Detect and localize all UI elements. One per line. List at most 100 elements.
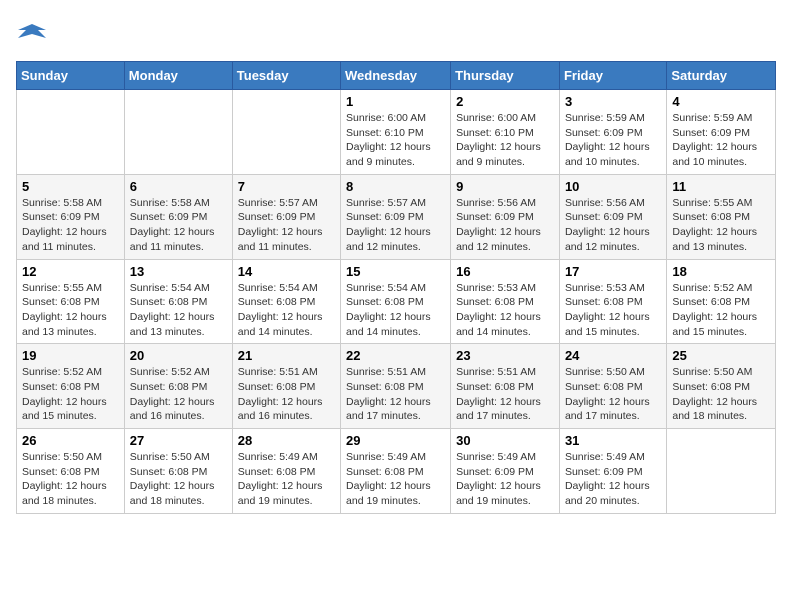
day-info: Sunrise: 5:54 AM Sunset: 6:08 PM Dayligh…: [130, 281, 227, 340]
calendar-cell: 8 Sunrise: 5:57 AM Sunset: 6:09 PM Daylig…: [341, 174, 451, 259]
day-info: Sunrise: 5:58 AM Sunset: 6:09 PM Dayligh…: [22, 196, 119, 255]
day-info: Sunrise: 5:54 AM Sunset: 6:08 PM Dayligh…: [346, 281, 445, 340]
day-info: Sunrise: 5:50 AM Sunset: 6:08 PM Dayligh…: [130, 450, 227, 509]
day-info: Sunrise: 5:59 AM Sunset: 6:09 PM Dayligh…: [672, 111, 770, 170]
calendar-cell: 4 Sunrise: 5:59 AM Sunset: 6:09 PM Daylig…: [667, 90, 776, 175]
day-number: 15: [346, 264, 445, 279]
day-number: 14: [238, 264, 335, 279]
day-number: 7: [238, 179, 335, 194]
day-info: Sunrise: 5:52 AM Sunset: 6:08 PM Dayligh…: [130, 365, 227, 424]
calendar-cell: [232, 90, 340, 175]
calendar-week-row: 26 Sunrise: 5:50 AM Sunset: 6:08 PM Dayli…: [17, 429, 776, 514]
calendar-cell: 28 Sunrise: 5:49 AM Sunset: 6:08 PM Dayli…: [232, 429, 340, 514]
calendar-week-row: 19 Sunrise: 5:52 AM Sunset: 6:08 PM Dayli…: [17, 344, 776, 429]
day-number: 1: [346, 94, 445, 109]
calendar-cell: 7 Sunrise: 5:57 AM Sunset: 6:09 PM Daylig…: [232, 174, 340, 259]
calendar-cell: 3 Sunrise: 5:59 AM Sunset: 6:09 PM Daylig…: [559, 90, 666, 175]
calendar-cell: 6 Sunrise: 5:58 AM Sunset: 6:09 PM Daylig…: [124, 174, 232, 259]
day-info: Sunrise: 5:52 AM Sunset: 6:08 PM Dayligh…: [672, 281, 770, 340]
calendar-cell: 20Sunrise: 5:52 AM Sunset: 6:08 PM Dayli…: [124, 344, 232, 429]
calendar-cell: 12Sunrise: 5:55 AM Sunset: 6:08 PM Dayli…: [17, 259, 125, 344]
day-number: 13: [130, 264, 227, 279]
day-number: 30: [456, 433, 554, 448]
day-info: Sunrise: 5:52 AM Sunset: 6:08 PM Dayligh…: [22, 365, 119, 424]
day-number: 25: [672, 348, 770, 363]
day-number: 28: [238, 433, 335, 448]
day-info: Sunrise: 5:59 AM Sunset: 6:09 PM Dayligh…: [565, 111, 661, 170]
day-info: Sunrise: 5:55 AM Sunset: 6:08 PM Dayligh…: [22, 281, 119, 340]
weekday-header-row: SundayMondayTuesdayWednesdayThursdayFrid…: [17, 62, 776, 90]
day-info: Sunrise: 5:54 AM Sunset: 6:08 PM Dayligh…: [238, 281, 335, 340]
day-info: Sunrise: 5:50 AM Sunset: 6:08 PM Dayligh…: [672, 365, 770, 424]
calendar-cell: 2Sunrise: 6:00 AM Sunset: 6:10 PM Daylig…: [451, 90, 560, 175]
calendar-cell: 14 Sunrise: 5:54 AM Sunset: 6:08 PM Dayli…: [232, 259, 340, 344]
day-number: 17: [565, 264, 661, 279]
calendar-cell: 1Sunrise: 6:00 AM Sunset: 6:10 PM Daylig…: [341, 90, 451, 175]
calendar-table: SundayMondayTuesdayWednesdayThursdayFrid…: [16, 61, 776, 514]
day-number: 18: [672, 264, 770, 279]
day-info: Sunrise: 5:51 AM Sunset: 6:08 PM Dayligh…: [238, 365, 335, 424]
day-number: 11: [672, 179, 770, 194]
day-number: 16: [456, 264, 554, 279]
calendar-cell: 26 Sunrise: 5:50 AM Sunset: 6:08 PM Dayli…: [17, 429, 125, 514]
day-number: 19: [22, 348, 119, 363]
calendar-cell: 19 Sunrise: 5:52 AM Sunset: 6:08 PM Dayli…: [17, 344, 125, 429]
calendar-week-row: 5 Sunrise: 5:58 AM Sunset: 6:09 PM Daylig…: [17, 174, 776, 259]
calendar-cell: 29Sunrise: 5:49 AM Sunset: 6:08 PM Dayli…: [341, 429, 451, 514]
day-number: 5: [22, 179, 119, 194]
weekday-header: Friday: [559, 62, 666, 90]
day-info: Sunrise: 5:49 AM Sunset: 6:08 PM Dayligh…: [238, 450, 335, 509]
calendar-cell: 23Sunrise: 5:51 AM Sunset: 6:08 PM Dayli…: [451, 344, 560, 429]
day-info: Sunrise: 5:56 AM Sunset: 6:09 PM Dayligh…: [565, 196, 661, 255]
day-number: 4: [672, 94, 770, 109]
logo-bird-icon: [18, 20, 46, 48]
calendar-cell: 17 Sunrise: 5:53 AM Sunset: 6:08 PM Dayli…: [559, 259, 666, 344]
day-number: 27: [130, 433, 227, 448]
day-info: Sunrise: 5:49 AM Sunset: 6:09 PM Dayligh…: [565, 450, 661, 509]
day-info: Sunrise: 5:50 AM Sunset: 6:08 PM Dayligh…: [565, 365, 661, 424]
calendar-cell: 25 Sunrise: 5:50 AM Sunset: 6:08 PM Dayli…: [667, 344, 776, 429]
calendar-cell: [124, 90, 232, 175]
calendar-cell: 24 Sunrise: 5:50 AM Sunset: 6:08 PM Dayli…: [559, 344, 666, 429]
day-number: 22: [346, 348, 445, 363]
day-info: Sunrise: 5:58 AM Sunset: 6:09 PM Dayligh…: [130, 196, 227, 255]
calendar-cell: 9Sunrise: 5:56 AM Sunset: 6:09 PM Daylig…: [451, 174, 560, 259]
calendar-cell: 21 Sunrise: 5:51 AM Sunset: 6:08 PM Dayli…: [232, 344, 340, 429]
calendar-week-row: 12Sunrise: 5:55 AM Sunset: 6:08 PM Dayli…: [17, 259, 776, 344]
calendar-cell: 27 Sunrise: 5:50 AM Sunset: 6:08 PM Dayli…: [124, 429, 232, 514]
day-number: 10: [565, 179, 661, 194]
day-number: 26: [22, 433, 119, 448]
header: [16, 16, 776, 53]
calendar-cell: [17, 90, 125, 175]
day-info: Sunrise: 5:55 AM Sunset: 6:08 PM Dayligh…: [672, 196, 770, 255]
weekday-header: Tuesday: [232, 62, 340, 90]
day-number: 24: [565, 348, 661, 363]
day-number: 8: [346, 179, 445, 194]
calendar-cell: 31 Sunrise: 5:49 AM Sunset: 6:09 PM Dayli…: [559, 429, 666, 514]
logo: [16, 20, 46, 53]
calendar-cell: 10 Sunrise: 5:56 AM Sunset: 6:09 PM Dayli…: [559, 174, 666, 259]
day-info: Sunrise: 5:49 AM Sunset: 6:09 PM Dayligh…: [456, 450, 554, 509]
day-info: Sunrise: 5:51 AM Sunset: 6:08 PM Dayligh…: [456, 365, 554, 424]
day-info: Sunrise: 5:53 AM Sunset: 6:08 PM Dayligh…: [456, 281, 554, 340]
weekday-header: Thursday: [451, 62, 560, 90]
day-info: Sunrise: 5:57 AM Sunset: 6:09 PM Dayligh…: [238, 196, 335, 255]
day-info: Sunrise: 5:56 AM Sunset: 6:09 PM Dayligh…: [456, 196, 554, 255]
calendar-cell: 18 Sunrise: 5:52 AM Sunset: 6:08 PM Dayli…: [667, 259, 776, 344]
calendar-cell: 30 Sunrise: 5:49 AM Sunset: 6:09 PM Dayli…: [451, 429, 560, 514]
day-info: Sunrise: 5:53 AM Sunset: 6:08 PM Dayligh…: [565, 281, 661, 340]
calendar-cell: 11 Sunrise: 5:55 AM Sunset: 6:08 PM Dayli…: [667, 174, 776, 259]
day-number: 31: [565, 433, 661, 448]
day-info: Sunrise: 5:51 AM Sunset: 6:08 PM Dayligh…: [346, 365, 445, 424]
day-info: Sunrise: 5:50 AM Sunset: 6:08 PM Dayligh…: [22, 450, 119, 509]
day-info: Sunrise: 6:00 AM Sunset: 6:10 PM Dayligh…: [456, 111, 554, 170]
day-number: 6: [130, 179, 227, 194]
calendar-cell: 15 Sunrise: 5:54 AM Sunset: 6:08 PM Dayli…: [341, 259, 451, 344]
weekday-header: Monday: [124, 62, 232, 90]
day-info: Sunrise: 5:57 AM Sunset: 6:09 PM Dayligh…: [346, 196, 445, 255]
day-number: 21: [238, 348, 335, 363]
day-number: 29: [346, 433, 445, 448]
calendar-cell: [667, 429, 776, 514]
day-number: 3: [565, 94, 661, 109]
calendar-cell: 5 Sunrise: 5:58 AM Sunset: 6:09 PM Daylig…: [17, 174, 125, 259]
